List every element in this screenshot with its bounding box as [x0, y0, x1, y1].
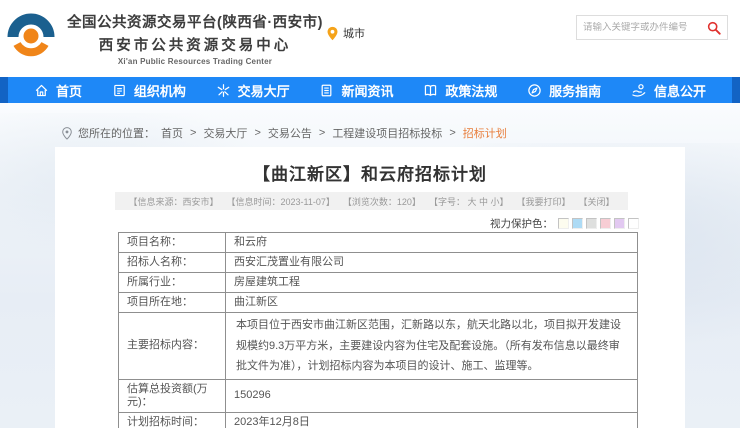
breadcrumb-link-announcements[interactable]: 交易公告 [268, 125, 312, 141]
table-row: 计划招标时间： 2023年12月8日 [119, 412, 638, 428]
home-icon [34, 83, 49, 98]
nav-label: 组织机构 [134, 81, 186, 100]
location-pin-icon [327, 26, 338, 41]
compass-icon [527, 83, 542, 98]
nav-item-home[interactable]: 首页 [34, 81, 82, 100]
nav-label: 信息公开 [654, 81, 706, 100]
nav-item-service-guide[interactable]: 服务指南 [527, 81, 601, 100]
row-label: 招标人名称： [119, 253, 226, 273]
search-input[interactable] [583, 22, 707, 33]
meta-font-size-controls[interactable]: 【字号： 大 中 小】 [429, 195, 509, 208]
city-label: 城市 [343, 25, 365, 41]
bid-plan-table: 项目名称： 和云府 招标人名称： 西安汇茂置业有限公司 所属行业： 房屋建筑工程… [118, 232, 638, 428]
meta-source: 【信息来源：西安市】 [129, 195, 219, 208]
row-value: 2023年12月8日 [226, 412, 638, 428]
breadcrumb-separator: > [449, 127, 455, 139]
site-logo-icon [7, 10, 55, 62]
nav-item-news[interactable]: 新闻资讯 [319, 81, 393, 100]
row-value: 150296 [226, 379, 638, 412]
breadcrumb-link-trade-hall[interactable]: 交易大厅 [203, 125, 247, 141]
table-row: 招标人名称： 西安汇茂置业有限公司 [119, 253, 638, 273]
table-row: 主要招标内容： 本项目位于西安市曲江新区范围，汇新路以东，航天北路以北，项目拟开… [119, 313, 638, 380]
eye-color-swatch-4[interactable] [600, 218, 611, 229]
row-value: 本项目位于西安市曲江新区范围，汇新路以东，航天北路以北，项目拟开发建设规模约9.… [226, 313, 638, 380]
eye-protection-row: 视力保护色： [490, 216, 639, 231]
row-value: 曲江新区 [226, 293, 638, 313]
article-meta-bar: 【信息来源：西安市】 【信息时间：2023-11-07】 【浏览次数：120】 … [115, 192, 628, 210]
page: 全国公共资源交易平台(陕西省·西安市) 西安市公共资源交易中心 Xi'an Pu… [0, 0, 740, 428]
nav-item-organization[interactable]: 组织机构 [112, 81, 186, 100]
breadcrumb-link-construction-bidding[interactable]: 工程建设项目招标投标 [332, 125, 442, 141]
eye-color-swatch-6[interactable] [628, 218, 639, 229]
breadcrumb: 您所在的位置： 首页 > 交易大厅 > 交易公告 > 工程建设项目招标投标 > … [62, 125, 507, 141]
nav-label: 新闻资讯 [341, 81, 393, 100]
eye-color-swatch-2[interactable] [572, 218, 583, 229]
nav-label: 交易大厅 [238, 81, 290, 100]
site-title-line1: 全国公共资源交易平台(陕西省·西安市) [60, 11, 330, 32]
breadcrumb-separator: > [190, 127, 196, 139]
breadcrumb-current: 招标计划 [463, 125, 507, 141]
row-value: 和云府 [226, 233, 638, 253]
nav-item-policy[interactable]: 政策法规 [423, 81, 497, 100]
nav-label: 服务指南 [549, 81, 601, 100]
table-row: 项目名称： 和云府 [119, 233, 638, 253]
meta-views: 【浏览次数：120】 [343, 195, 421, 208]
eye-color-swatch-1[interactable] [558, 218, 569, 229]
navbar-background: 首页 组织机构 交易大厅 新闻资讯 [0, 77, 740, 103]
site-title-english: Xi'an Public Resources Trading Center [60, 57, 330, 66]
news-icon [319, 83, 334, 98]
site-title-line2: 西安市公共资源交易中心 [60, 34, 330, 55]
site-header: 全国公共资源交易平台(陕西省·西安市) 西安市公共资源交易中心 Xi'an Pu… [0, 0, 740, 77]
row-label: 计划招标时间： [119, 412, 226, 428]
breadcrumb-separator: > [319, 127, 325, 139]
table-row: 估算总投资额(万元)： 150296 [119, 379, 638, 412]
row-label: 项目名称： [119, 233, 226, 253]
search-icon[interactable] [707, 21, 721, 35]
row-label: 主要招标内容： [119, 313, 226, 380]
main-navigation: 首页 组织机构 交易大厅 新闻资讯 [8, 77, 732, 103]
table-row: 所属行业： 房屋建筑工程 [119, 273, 638, 293]
trade-hall-icon [216, 83, 231, 98]
city-selector[interactable]: 城市 [327, 25, 365, 41]
article-title: 【曲江新区】和云府招标计划 [55, 160, 685, 185]
policy-book-icon [423, 83, 438, 98]
org-icon [112, 83, 127, 98]
meta-print-button[interactable]: 【我要打印】 [516, 195, 570, 208]
breadcrumb-pin-icon [62, 127, 72, 140]
nav-label: 首页 [56, 81, 82, 100]
nav-label: 政策法规 [445, 81, 497, 100]
nav-item-trade-hall[interactable]: 交易大厅 [216, 81, 290, 100]
row-label: 估算总投资额(万元)： [119, 379, 226, 412]
row-value: 房屋建筑工程 [226, 273, 638, 293]
search-box [576, 15, 728, 40]
breadcrumb-prefix: 您所在的位置： [78, 125, 155, 141]
table-row: 项目所在地： 曲江新区 [119, 293, 638, 313]
breadcrumb-separator: > [254, 127, 260, 139]
site-title: 全国公共资源交易平台(陕西省·西安市) 西安市公共资源交易中心 Xi'an Pu… [60, 11, 330, 66]
eye-color-swatch-3[interactable] [586, 218, 597, 229]
meta-date: 【信息时间：2023-11-07】 [227, 195, 335, 208]
content-panel: 【曲江新区】和云府招标计划 【信息来源：西安市】 【信息时间：2023-11-0… [55, 147, 685, 428]
eye-color-swatch-5[interactable] [614, 218, 625, 229]
nav-item-info-disclosure[interactable]: 信息公开 [631, 81, 706, 100]
meta-close-button[interactable]: 【关闭】 [578, 195, 614, 208]
hand-share-icon [631, 83, 647, 98]
row-value: 西安汇茂置业有限公司 [226, 253, 638, 273]
breadcrumb-link-home[interactable]: 首页 [161, 125, 183, 141]
row-label: 项目所在地： [119, 293, 226, 313]
eye-protection-label: 视力保护色： [490, 216, 553, 231]
row-label: 所属行业： [119, 273, 226, 293]
